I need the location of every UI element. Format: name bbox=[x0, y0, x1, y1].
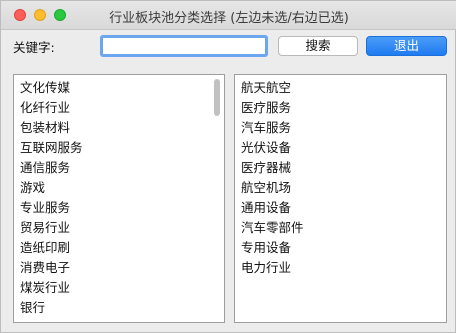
list-item[interactable]: 游戏 bbox=[14, 178, 224, 198]
keyword-label: 关键字: bbox=[13, 40, 55, 55]
exit-button[interactable]: 退出 bbox=[366, 36, 447, 56]
list-item[interactable]: 互联网服务 bbox=[14, 138, 224, 158]
list-item[interactable]: 贸易行业 bbox=[14, 218, 224, 238]
unselected-items: 文化传媒 化纤行业 包装材料 互联网服务 通信服务 游戏 专业服务 贸易行业 造… bbox=[14, 75, 224, 318]
list-item[interactable]: 专用设备 bbox=[235, 238, 446, 258]
list-item[interactable]: 医疗器械 bbox=[235, 158, 446, 178]
list-item[interactable]: 医疗服务 bbox=[235, 98, 446, 118]
list-item[interactable]: 文化传媒 bbox=[14, 78, 224, 98]
keyword-input[interactable] bbox=[100, 35, 268, 57]
list-item[interactable]: 造纸印刷 bbox=[14, 238, 224, 258]
selected-items: 航天航空 医疗服务 汽车服务 光伏设备 医疗器械 航空机场 通用设备 汽车零部件… bbox=[235, 75, 446, 278]
category-selector-window: 行业板块池分类选择 (左边未选/右边已选) 关键字: 搜索 退出 文化传媒 化纤… bbox=[0, 0, 456, 333]
list-item[interactable]: 航空机场 bbox=[235, 178, 446, 198]
list-item[interactable]: 专业服务 bbox=[14, 198, 224, 218]
list-item[interactable]: 通信服务 bbox=[14, 158, 224, 178]
list-item[interactable]: 电力行业 bbox=[235, 258, 446, 278]
list-item[interactable]: 通用设备 bbox=[235, 198, 446, 218]
search-button[interactable]: 搜索 bbox=[278, 36, 358, 56]
list-item[interactable]: 煤炭行业 bbox=[14, 278, 224, 298]
selected-list[interactable]: 航天航空 医疗服务 汽车服务 光伏设备 医疗器械 航空机场 通用设备 汽车零部件… bbox=[234, 74, 447, 323]
list-item[interactable]: 消费电子 bbox=[14, 258, 224, 278]
unselected-list[interactable]: 文化传媒 化纤行业 包装材料 互联网服务 通信服务 游戏 专业服务 贸易行业 造… bbox=[13, 74, 225, 323]
list-item[interactable]: 化纤行业 bbox=[14, 98, 224, 118]
list-item[interactable]: 银行 bbox=[14, 298, 224, 318]
list-item[interactable]: 航天航空 bbox=[235, 78, 446, 98]
title-bar: 行业板块池分类选择 (左边未选/右边已选) bbox=[1, 1, 456, 30]
scrollbar-thumb[interactable] bbox=[214, 79, 220, 116]
list-item[interactable]: 光伏设备 bbox=[235, 138, 446, 158]
list-item[interactable]: 汽车零部件 bbox=[235, 218, 446, 238]
list-item[interactable]: 包装材料 bbox=[14, 118, 224, 138]
list-item[interactable]: 汽车服务 bbox=[235, 118, 446, 138]
window-title: 行业板块池分类选择 (左边未选/右边已选) bbox=[109, 11, 349, 26]
